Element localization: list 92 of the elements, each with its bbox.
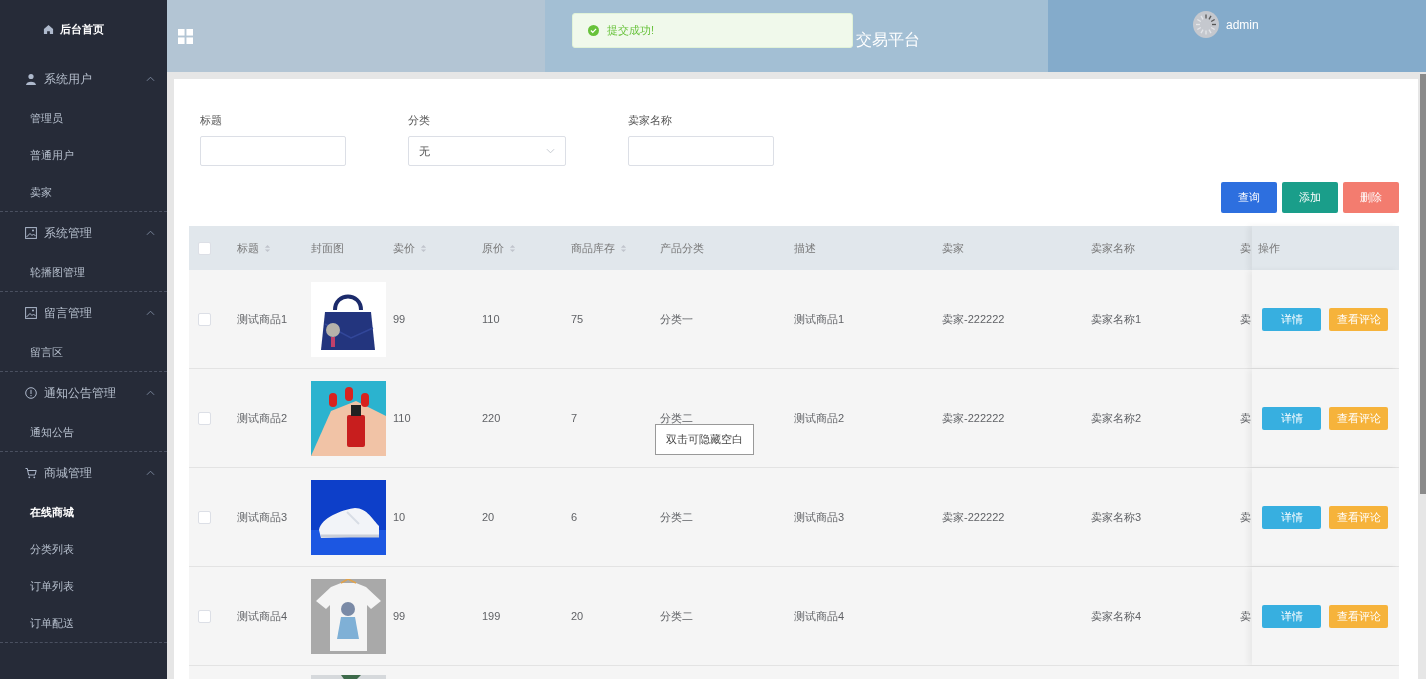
grid-icon[interactable] [178,28,193,44]
price-cell: 99 [393,313,406,325]
field-label: 标题 [200,113,223,127]
column-header: 描述 [794,240,816,256]
chevron-down-icon [546,148,555,154]
title-cell: 测试商品2 [237,410,288,426]
price-cell: 220 [482,412,501,424]
field-label: 卖家名称 [628,113,673,127]
menu-group[interactable]: 系统用户 [0,58,167,100]
seller-cell: 卖家-222222 [942,410,1005,426]
category-cell: 分类二 [660,410,693,426]
image-icon [25,307,37,319]
sidebar-item[interactable]: 订单配送 [0,605,167,642]
tooltip: 双击可隐藏空白 [655,424,754,455]
select-field[interactable]: 无 [408,136,566,166]
stock-cell: 20 [571,610,584,622]
seller-cell: 卖家名称3 [1091,509,1142,525]
column-header: 卖家 [942,240,964,256]
scrollbar[interactable] [1420,74,1426,494]
avatar-icon[interactable] [1193,11,1219,38]
category-cell: 分类二 [660,608,693,624]
menu-group[interactable]: 商城管理 [0,452,167,494]
sidebar-item[interactable]: 留言区 [0,334,167,371]
checkbox[interactable] [198,312,211,326]
stock-cell: 75 [571,313,584,325]
sort-icon[interactable] [264,243,271,253]
table-cell: 卖 [1240,608,1251,624]
checkbox[interactable] [198,510,211,524]
seller-cell: 卖家-222222 [942,509,1005,525]
category-cell: 分类一 [660,311,693,327]
price-cell: 99 [393,610,406,622]
price-cell: 10 [393,511,406,523]
column-header: 产品分类 [660,240,704,256]
column-header: 卖 [1240,240,1251,256]
sidebar-item[interactable]: 订单列表 [0,568,167,605]
home-icon [43,23,54,35]
description-cell: 测试商品2 [794,410,845,426]
title-cell: 测试商品1 [237,311,288,327]
seller-cell: 卖家-222222 [942,311,1005,327]
sort-icon[interactable] [420,243,427,253]
column-header[interactable]: 标题 [237,240,271,256]
table-cell: 卖 [1240,311,1251,327]
description-cell: 测试商品4 [794,608,845,624]
toast-message: 提交成功! [607,23,655,38]
sort-icon[interactable] [509,243,516,253]
column-header: 卖家名称 [1091,240,1135,256]
price-cell: 110 [393,412,411,424]
input-field[interactable] [200,136,346,166]
user-icon [25,73,37,85]
seller-cell: 卖家名称4 [1091,608,1142,624]
title-cell: 测试商品4 [237,608,288,624]
table-cell: 卖 [1240,410,1251,426]
table-cell: 卖 [1240,509,1251,525]
sidebar-item[interactable]: 通知公告 [0,414,167,451]
description-cell: 测试商品1 [794,311,845,327]
column-header[interactable]: 原价 [482,240,516,256]
field-label: 分类 [408,113,431,127]
menu-group[interactable]: 留言管理 [0,292,167,334]
price-cell: 199 [482,610,501,622]
app-title: 交易平台 [856,29,920,50]
input-field[interactable] [628,136,774,166]
column-header: 操作 [1258,240,1280,256]
description-cell: 测试商品3 [794,509,845,525]
sidebar-item[interactable]: 分类列表 [0,531,167,568]
column-header[interactable]: 卖价 [393,240,427,256]
price-cell: 110 [482,313,500,325]
category-cell: 分类二 [660,509,693,525]
info-icon [25,387,37,399]
seller-cell: 卖家名称1 [1091,311,1142,327]
sort-icon[interactable] [620,243,627,253]
image-icon [25,227,37,239]
home-link[interactable]: 后台首页 [0,0,167,58]
seller-cell: 卖家名称2 [1091,410,1142,426]
stock-cell: 6 [571,511,578,523]
sidebar-item[interactable]: 普通用户 [0,137,167,174]
stock-cell: 7 [571,412,578,424]
column-header: 封面图 [311,240,344,256]
checkbox[interactable] [198,241,211,255]
sidebar-item[interactable]: 管理员 [0,100,167,137]
sidebar-item[interactable]: 卖家 [0,174,167,211]
price-cell: 20 [482,511,495,523]
sidebar-item[interactable]: 轮播图管理 [0,254,167,291]
menu-group[interactable]: 系统管理 [0,212,167,254]
title-cell: 测试商品3 [237,509,288,525]
menu-group[interactable]: 通知公告管理 [0,372,167,414]
cart-icon [25,467,37,479]
column-header[interactable]: 商品库存 [571,240,627,256]
sidebar-item[interactable]: 在线商城 [0,494,167,531]
check-circle-icon [588,25,599,36]
checkbox[interactable] [198,411,211,425]
action-button[interactable]: 查询 [1221,182,1277,213]
checkbox[interactable] [198,609,211,623]
